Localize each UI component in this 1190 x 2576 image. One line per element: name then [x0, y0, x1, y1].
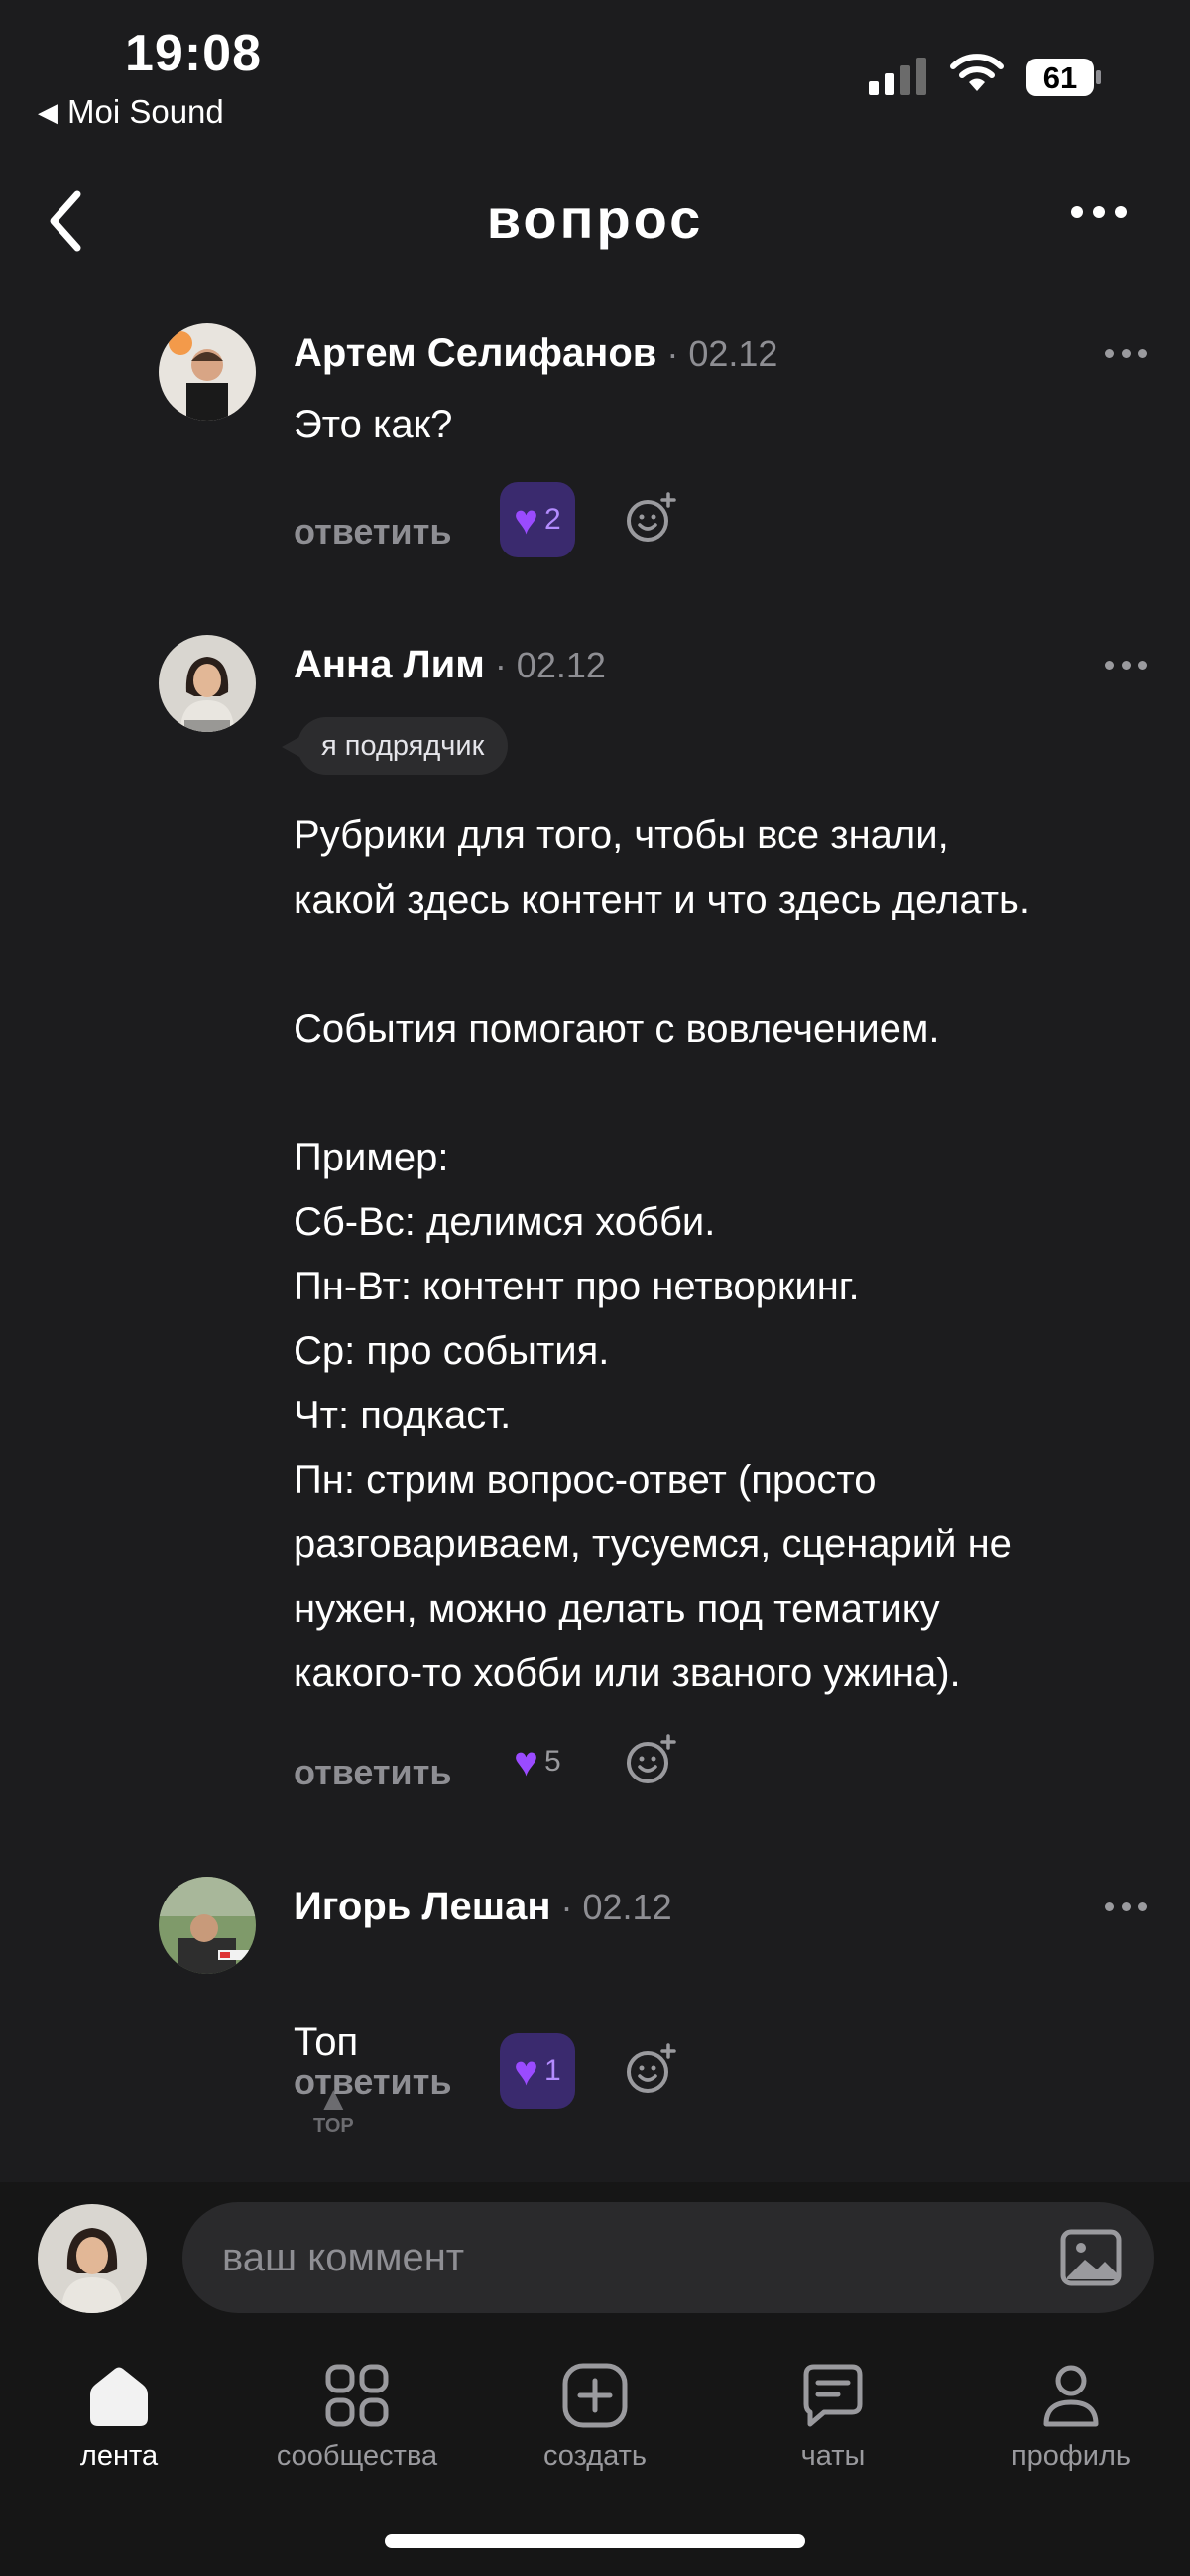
like-count: 1 — [543, 2054, 561, 2087]
back-to-app-link[interactable]: ◀ Moi Sound — [38, 93, 224, 131]
reply-button[interactable]: ответить — [294, 2061, 451, 2103]
like-count: 5 — [543, 1745, 561, 1778]
like-count: 2 — [543, 503, 561, 536]
tab-communities[interactable]: сообщества — [238, 2351, 476, 2473]
comment-input[interactable] — [182, 2202, 1154, 2313]
tab-profile[interactable]: профиль — [952, 2351, 1190, 2473]
tab-feed[interactable]: лента — [0, 2351, 238, 2473]
page-title: вопрос — [486, 187, 704, 250]
my-avatar — [38, 2204, 147, 2313]
tab-label: создать — [542, 2440, 648, 2472]
tab-label: лента — [79, 2440, 159, 2472]
author-role-badge: я подрядчик — [281, 717, 509, 775]
tab-label: профиль — [1011, 2440, 1131, 2472]
battery-level: 61 — [1042, 61, 1078, 95]
status-time: 19:08 — [125, 25, 262, 82]
back-app-label: Moi Sound — [67, 93, 224, 130]
wifi-icon — [950, 54, 1004, 91]
home-icon — [90, 2367, 148, 2426]
like-button[interactable]: ♥ 5 — [500, 1724, 575, 1799]
top-label: TOP — [313, 2115, 354, 2138]
avatar[interactable] — [159, 323, 256, 421]
plus-square-icon — [562, 2363, 628, 2428]
like-button[interactable]: ♥ 1 — [500, 2033, 575, 2109]
add-reaction-icon[interactable] — [625, 492, 676, 544]
grid-icon — [325, 2364, 389, 2427]
signal-icon — [869, 58, 926, 95]
comment-author[interactable]: Игорь Лешан — [294, 1885, 551, 1929]
comment-more-icon[interactable] — [1105, 1902, 1147, 1911]
comment-header: Игорь Лешан · 02.12 — [294, 1885, 672, 1929]
reply-button[interactable]: ответить — [294, 511, 451, 552]
heart-icon: ♥ — [514, 1738, 538, 1784]
comment-more-icon[interactable] — [1105, 661, 1147, 670]
comment-header: Анна Лим · 02.12 — [294, 643, 606, 687]
like-button[interactable]: ♥ 2 — [500, 482, 575, 557]
comment-author[interactable]: Анна Лим — [294, 643, 485, 687]
chat-icon — [803, 2364, 863, 2427]
heart-icon: ♥ — [514, 496, 538, 543]
comment-header: Артем Селифанов · 02.12 — [294, 331, 777, 376]
heart-icon: ♥ — [514, 2047, 538, 2094]
comment-author[interactable]: Артем Селифанов — [294, 331, 656, 376]
tab-create[interactable]: создать — [476, 2351, 714, 2473]
tab-bar: лента сообщества создать чаты профиль — [0, 2351, 1190, 2500]
add-reaction-icon[interactable] — [625, 1734, 676, 1785]
more-options-icon[interactable] — [1071, 206, 1127, 218]
image-attach-icon[interactable] — [1059, 2228, 1123, 2287]
avatar[interactable] — [159, 1877, 256, 1974]
person-icon — [1043, 2365, 1099, 2427]
comment-more-icon[interactable] — [1105, 349, 1147, 358]
comment-text: Рубрики для того, чтобы все знали, какой… — [294, 813, 1030, 1695]
tab-label: чаты — [800, 2440, 866, 2472]
comment-date: · 02.12 — [560, 1887, 672, 1927]
avatar[interactable] — [159, 635, 256, 732]
comment-date: · 02.12 — [666, 333, 778, 374]
back-triangle-icon: ◀ — [38, 96, 58, 127]
reply-button[interactable]: ответить — [294, 1752, 451, 1793]
battery-icon: 61 — [1025, 58, 1103, 97]
comment-date: · 02.12 — [494, 645, 606, 685]
home-indicator — [385, 2534, 805, 2548]
comment-text: Это как? — [294, 403, 453, 446]
add-reaction-icon[interactable] — [625, 2043, 676, 2095]
comment-text: Топ — [294, 2021, 359, 2064]
comment-text-row: Топ ▲ TOP — [294, 1946, 1156, 2140]
tab-chats[interactable]: чаты — [714, 2351, 952, 2473]
tab-label: сообщества — [276, 2440, 438, 2472]
